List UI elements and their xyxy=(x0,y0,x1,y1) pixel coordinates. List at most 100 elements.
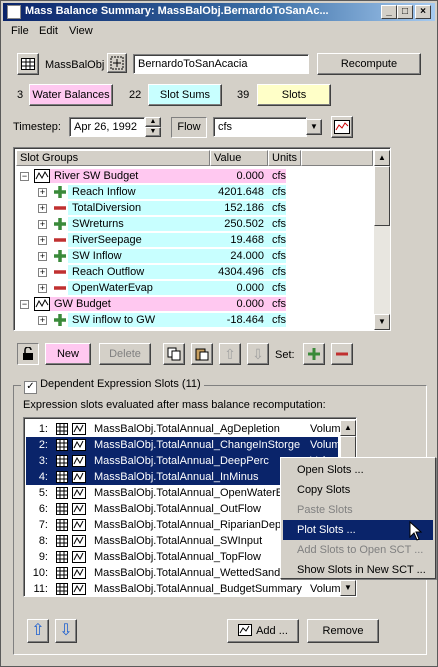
column-header-value[interactable]: Value xyxy=(210,150,268,166)
slots-button[interactable]: Slots xyxy=(257,84,331,106)
timestep-label: Timestep: xyxy=(13,121,61,133)
flow-toggle[interactable]: Flow xyxy=(171,117,207,138)
scroll-down-icon[interactable]: ▼ xyxy=(374,314,390,330)
expand-icon[interactable]: + xyxy=(38,252,47,261)
context-menu-item-paste-slots[interactable]: Paste Slots xyxy=(283,500,433,520)
slot-group-units: cfs xyxy=(272,298,287,310)
slots-count: 39 xyxy=(237,89,250,101)
expand-icon[interactable]: + xyxy=(38,220,47,229)
dependent-slot-name: MassBalObj.TotalAnnual_ChangeInStorge xyxy=(94,439,301,451)
slot-group-row[interactable]: − River SW Budget 0.000 cfs xyxy=(16,168,373,184)
plot-icon[interactable] xyxy=(331,116,353,138)
dep-move-down-icon[interactable]: ⇩ xyxy=(55,619,77,643)
title-bar[interactable]: Mass Balance Summary: MassBalObj.Bernard… xyxy=(3,3,435,21)
expand-icon[interactable]: + xyxy=(38,204,47,213)
set-minus-icon[interactable] xyxy=(331,343,353,365)
slot-group-row[interactable]: + TotalDiversion 152.186 cfs xyxy=(16,200,373,216)
units-select[interactable]: cfs xyxy=(213,117,307,137)
expand-icon[interactable]: + xyxy=(38,284,47,293)
slot-group-row[interactable]: + OpenWaterEvap 0.000 cfs xyxy=(16,280,373,296)
close-button[interactable]: × xyxy=(415,5,431,19)
object-grid-icon[interactable] xyxy=(17,53,39,75)
expand-icon[interactable]: + xyxy=(38,316,47,325)
slot-grid-icon xyxy=(56,535,68,547)
context-menu: Open Slots ... Copy Slots Paste Slots Plot … xyxy=(280,457,436,579)
dep-scroll-down-icon[interactable]: ▼ xyxy=(340,580,356,596)
dependent-slot-row[interactable]: 2: MassBalObj.TotalAnnual_ChangeInStorge V… xyxy=(26,437,347,453)
delete-button[interactable]: Delete xyxy=(99,343,151,365)
timestep-date-field[interactable]: Apr 26, 1992 xyxy=(69,117,145,137)
context-menu-item-add-slots-to-open-sct[interactable]: Add Slots to Open SCT ... xyxy=(283,540,433,560)
mouse-cursor-icon xyxy=(409,521,423,541)
dep-scroll-up-icon[interactable]: ▲ xyxy=(340,420,356,436)
expand-icon[interactable]: + xyxy=(38,268,47,277)
new-button[interactable]: New xyxy=(45,343,91,365)
date-up-button[interactable]: ▲ xyxy=(145,117,161,127)
slot-group-row[interactable]: + Reach Inflow 4201.648 cfs xyxy=(16,184,373,200)
slot-plot-icon xyxy=(72,471,86,483)
slot-group-row[interactable]: + SW inflow to GW -18.464 cfs xyxy=(16,312,373,328)
menu-edit[interactable]: Edit xyxy=(39,25,58,37)
slot-grid-icon xyxy=(56,439,68,451)
slot-group-row[interactable]: + RiverSeepage 19.468 cfs xyxy=(16,232,373,248)
slot-group-name: OpenWaterEvap xyxy=(72,282,153,294)
move-up-icon[interactable]: ⇧ xyxy=(219,343,241,365)
paste-icon[interactable] xyxy=(191,343,213,365)
set-label: Set: xyxy=(275,349,295,361)
slot-group-value: 4201.648 xyxy=(218,186,264,198)
collapse-icon[interactable]: − xyxy=(20,300,29,309)
dependent-slot-number: 10: xyxy=(32,567,48,579)
column-header-units[interactable]: Units xyxy=(268,150,301,166)
slot-grid-icon xyxy=(56,567,68,579)
maximize-button[interactable]: □ xyxy=(397,5,413,19)
slot-groups-scrollbar[interactable]: ▲ ▼ xyxy=(374,150,390,330)
date-down-button[interactable]: ▼ xyxy=(145,127,161,137)
slot-sums-button[interactable]: Slot Sums xyxy=(148,84,222,106)
menu-file[interactable]: File xyxy=(11,25,29,37)
dependent-slot-name: MassBalObj.TotalAnnual_TopFlow xyxy=(94,551,261,563)
water-balances-button[interactable]: Water Balances xyxy=(29,84,113,106)
column-header-slot-groups[interactable]: Slot Groups xyxy=(16,150,210,166)
slot-group-name: Reach Inflow xyxy=(72,186,136,198)
context-menu-item-copy-slots[interactable]: Copy Slots xyxy=(283,480,433,500)
menu-view[interactable]: View xyxy=(69,25,93,37)
recompute-button[interactable]: Recompute xyxy=(317,53,421,75)
dependent-slot-row[interactable]: 11: MassBalObj.TotalAnnual_BudgetSummary V… xyxy=(26,581,347,596)
slot-group-row[interactable]: + Reach Outflow 4304.496 cfs xyxy=(16,264,373,280)
select-object-icon[interactable] xyxy=(107,53,127,73)
slot-group-value: 250.502 xyxy=(224,218,264,230)
move-down-icon[interactable]: ⇩ xyxy=(247,343,269,365)
slot-plot-icon xyxy=(72,551,86,563)
set-plus-icon[interactable] xyxy=(303,343,325,365)
add-button[interactable]: Add ... xyxy=(227,619,299,643)
dependent-slot-name: MassBalObj.TotalAnnual_DeepPerc xyxy=(94,455,269,467)
remove-button[interactable]: Remove xyxy=(307,619,379,643)
mass-balance-window: Mass Balance Summary: MassBalObj.Bernard… xyxy=(0,0,438,667)
context-menu-item-open-slots[interactable]: Open Slots ... xyxy=(283,460,433,480)
slot-grid-icon xyxy=(56,487,68,499)
expand-icon[interactable]: + xyxy=(38,188,47,197)
context-menu-item-show-slots-in-new-sct[interactable]: Show Slots in New SCT ... xyxy=(283,560,433,580)
slot-group-row[interactable]: + SW Inflow 24.000 cfs xyxy=(16,248,373,264)
slot-group-row[interactable]: + SWreturns 250.502 cfs xyxy=(16,216,373,232)
dependent-slots-checkbox[interactable]: ✓ xyxy=(24,381,37,394)
minimize-button[interactable]: _ xyxy=(381,5,397,19)
slot-group-value: 19.468 xyxy=(230,234,264,246)
dependent-slots-checkbox-row[interactable]: ✓ Dependent Expression Slots (11) xyxy=(21,378,204,394)
account-name-field[interactable]: BernardoToSanAcacia xyxy=(133,54,309,74)
plus-icon xyxy=(54,218,66,230)
scroll-up-icon[interactable]: ▲ xyxy=(374,150,390,166)
minus-icon xyxy=(54,238,66,242)
slot-grid-icon xyxy=(56,551,68,563)
dep-move-up-icon[interactable]: ⇧ xyxy=(27,619,49,643)
dependent-slot-row[interactable]: 1: MassBalObj.TotalAnnual_AgDepletion Volu… xyxy=(26,421,347,437)
expand-icon[interactable]: + xyxy=(38,236,47,245)
slot-groups-tree[interactable]: Slot Groups Value Units − River SW Budget… xyxy=(13,147,391,331)
slot-group-value: -18.464 xyxy=(226,314,264,326)
lock-icon[interactable] xyxy=(17,343,39,365)
scroll-thumb[interactable] xyxy=(374,166,390,226)
collapse-icon[interactable]: − xyxy=(20,172,29,181)
units-dropdown-icon[interactable]: ▼ xyxy=(306,119,322,135)
copy-icon[interactable] xyxy=(163,343,185,365)
slot-group-row[interactable]: − GW Budget 0.000 cfs xyxy=(16,296,373,312)
